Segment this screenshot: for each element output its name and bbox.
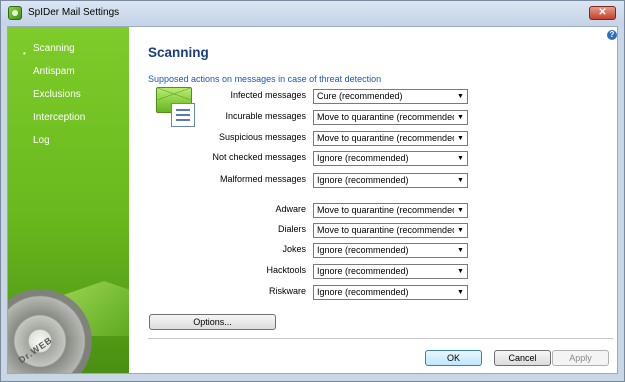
dropdown-arrow-icon: ▼ (454, 152, 467, 165)
malformed-messages-label: Malformed messages (219, 174, 306, 184)
suspicious-messages-select[interactable]: Move to quarantine (recommended ▼ (313, 131, 468, 146)
row: Jokes (106, 244, 306, 258)
options-button[interactable]: Options... (149, 314, 276, 330)
hacktools-select[interactable]: Ignore (recommended) ▼ (313, 264, 468, 279)
select-value: Ignore (recommended) (317, 287, 409, 297)
dropdown-arrow-icon: ▼ (454, 204, 467, 217)
row: Adware (106, 204, 306, 218)
dropdown-arrow-icon: ▼ (454, 174, 467, 187)
sidebar: • Scanning Antispam Exclusions Intercept… (8, 27, 129, 373)
riskware-select[interactable]: Ignore (recommended) ▼ (313, 285, 468, 300)
incurable-messages-label: Incurable messages (225, 111, 306, 121)
title-bar: SpIDer Mail Settings ✕ (1, 1, 624, 25)
cancel-button[interactable]: Cancel (494, 350, 551, 366)
select-value: Move to quarantine (recommended (317, 225, 458, 235)
jokes-label: Jokes (282, 244, 306, 254)
select-value: Move to quarantine (recommended (317, 133, 458, 143)
row: Infected messages (106, 90, 306, 104)
adware-select[interactable]: Move to quarantine (recommended ▼ (313, 203, 468, 218)
sidebar-item-exclusions[interactable]: Exclusions (33, 89, 81, 100)
sidebar-item-interception[interactable]: Interception (33, 112, 85, 123)
incurable-messages-select[interactable]: Move to quarantine (recommended ▼ (313, 110, 468, 125)
sidebar-item-log[interactable]: Log (33, 135, 50, 146)
row: Hacktools (106, 265, 306, 279)
row: Dialers (106, 224, 306, 238)
hacktools-label: Hacktools (266, 265, 306, 275)
infected-messages-select[interactable]: Cure (recommended) ▼ (313, 89, 468, 104)
malformed-messages-select[interactable]: Ignore (recommended) ▼ (313, 173, 468, 188)
row: Suspicious messages (106, 132, 306, 146)
dropdown-arrow-icon: ▼ (454, 265, 467, 278)
dropdown-arrow-icon: ▼ (454, 244, 467, 257)
settings-window: SpIDer Mail Settings ✕ • Scanning Antisp… (0, 0, 625, 382)
ok-button[interactable]: OK (425, 350, 482, 366)
infected-messages-label: Infected messages (230, 90, 306, 100)
select-value: Ignore (recommended) (317, 175, 409, 185)
dropdown-arrow-icon: ▼ (454, 224, 467, 237)
dropdown-arrow-icon: ▼ (454, 90, 467, 103)
select-value: Ignore (recommended) (317, 153, 409, 163)
row: Not checked messages (106, 152, 306, 166)
sidebar-item-antispam[interactable]: Antispam (33, 66, 75, 77)
jokes-select[interactable]: Ignore (recommended) ▼ (313, 243, 468, 258)
window-title: SpIDer Mail Settings (28, 7, 120, 18)
dropdown-arrow-icon: ▼ (454, 132, 467, 145)
select-value: Ignore (recommended) (317, 266, 409, 276)
page-title: Scanning (148, 45, 209, 60)
apply-button[interactable]: Apply (552, 350, 609, 366)
select-value: Move to quarantine (recommended (317, 112, 458, 122)
suspicious-messages-label: Suspicious messages (218, 132, 306, 142)
riskware-label: Riskware (268, 286, 306, 296)
spider-app-icon (8, 6, 22, 20)
section-subtitle: Supposed actions on messages in case of … (148, 74, 382, 84)
footer-divider (148, 338, 613, 339)
select-value: Cure (recommended) (317, 91, 403, 101)
dropdown-arrow-icon: ▼ (454, 111, 467, 124)
select-value: Ignore (recommended) (317, 245, 409, 255)
not-checked-messages-select[interactable]: Ignore (recommended) ▼ (313, 151, 468, 166)
row: Malformed messages (106, 174, 306, 188)
help-icon[interactable]: ? (607, 30, 617, 40)
row: Riskware (106, 286, 306, 300)
dialog-client-area: • Scanning Antispam Exclusions Intercept… (7, 26, 618, 374)
row: Incurable messages (106, 111, 306, 125)
select-value: Move to quarantine (recommended (317, 205, 458, 215)
not-checked-messages-label: Not checked messages (212, 152, 306, 162)
dialers-select[interactable]: Move to quarantine (recommended ▼ (313, 223, 468, 238)
adware-label: Adware (275, 204, 306, 214)
close-button[interactable]: ✕ (589, 6, 616, 20)
sidebar-item-scanning[interactable]: Scanning (33, 43, 75, 54)
selected-bullet-icon: • (23, 49, 26, 58)
dialers-label: Dialers (277, 224, 306, 234)
dropdown-arrow-icon: ▼ (454, 286, 467, 299)
